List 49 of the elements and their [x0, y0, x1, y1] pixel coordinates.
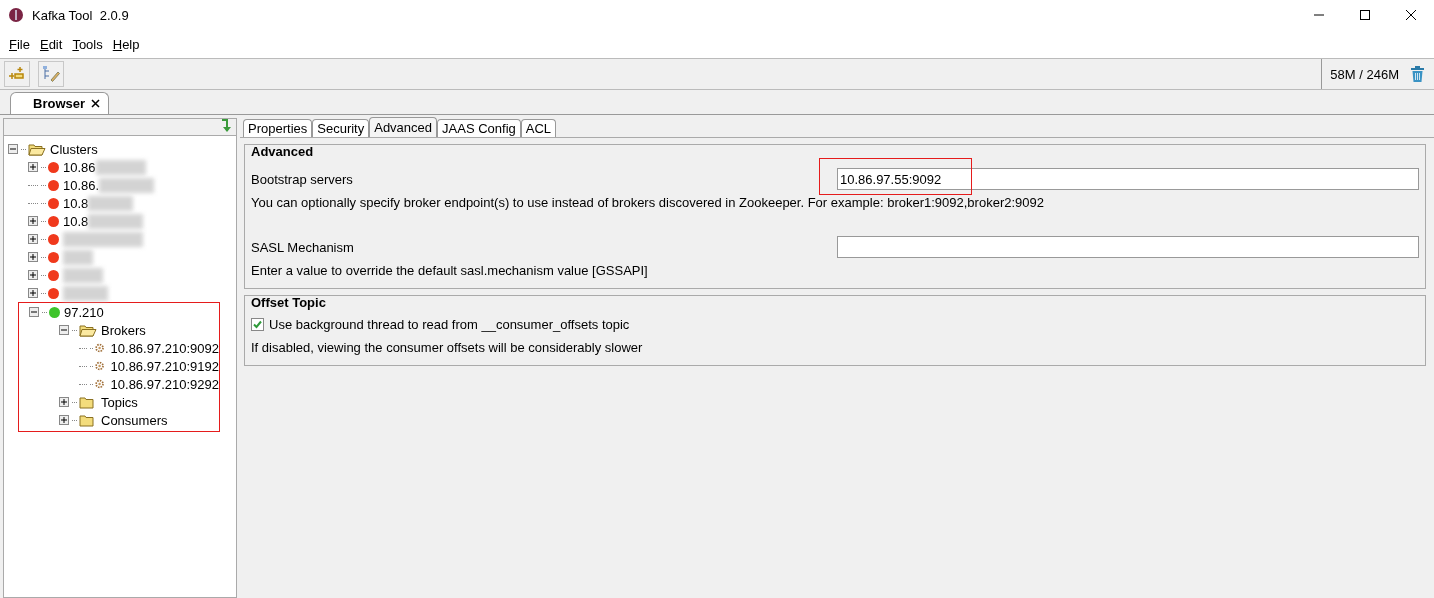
tree-item[interactable]: 10.86 — [63, 159, 96, 175]
tree-item[interactable]: Topics — [101, 394, 138, 410]
close-icon[interactable] — [1406, 10, 1416, 20]
tree-item[interactable]: 97.210 — [64, 304, 104, 320]
close-icon[interactable] — [91, 99, 101, 108]
tab[interactable]: Advanced — [369, 117, 438, 137]
tree-item[interactable]: 10.86.97.210:9292 — [110, 376, 219, 392]
hint-text: You can optionally specify broker endpoint(s) to use instead of brokers discovered in Zookeeper. For example: broker1:9092,broker2:9092 — [250, 194, 1045, 212]
group-title: Advanced — [250, 144, 315, 160]
plug-icon[interactable] — [8, 66, 26, 82]
gear-icon — [95, 360, 105, 372]
tree-item[interactable]: 10.8 — [63, 195, 89, 211]
checkbox[interactable] — [251, 317, 264, 331]
tree-item[interactable]: 10.8 — [63, 213, 89, 229]
checkbox-label[interactable]: Use background thread to read from __consumer_offsets topic — [269, 316, 630, 332]
tab[interactable]: JAAS Config — [437, 119, 521, 137]
tree-item[interactable]: 10.86.97.210:9092 — [110, 340, 219, 356]
menu-item[interactable]: Help — [107, 36, 145, 52]
trash-icon[interactable] — [1411, 66, 1424, 82]
tab[interactable]: Security — [312, 119, 370, 137]
tree-item[interactable]: Clusters — [50, 141, 98, 157]
gear-icon — [95, 378, 105, 390]
refresh-arrow-icon[interactable] — [220, 119, 232, 133]
tree-item[interactable]: 10.86. — [63, 177, 100, 193]
field-label: SASL Mechanism — [251, 239, 355, 255]
open-folder-icon — [28, 142, 46, 156]
tree-item[interactable]: 10.86.97.210:9192 — [110, 358, 219, 374]
group-title: Offset Topic — [250, 295, 327, 311]
gear-icon — [95, 342, 105, 354]
folder-icon — [79, 413, 97, 427]
tab[interactable]: Properties — [243, 119, 313, 137]
tree-item[interactable]: Brokers — [101, 322, 146, 338]
text-field[interactable] — [837, 236, 1419, 258]
folder-icon — [79, 395, 97, 409]
menu-item[interactable]: Edit — [34, 36, 68, 52]
open-folder-icon — [79, 323, 97, 337]
hint-text: Enter a value to override the default sasl.mechanism value [GSSAPI] — [250, 262, 649, 280]
text-field[interactable]: 10.86.97.55:9092 — [837, 168, 1419, 190]
view-tab[interactable]: Browser — [10, 92, 110, 114]
tab[interactable]: ACL — [520, 119, 557, 137]
window-title: Kafka Tool 2.0.9 — [32, 7, 129, 23]
menu-item[interactable]: Tools — [67, 36, 108, 52]
maximize-icon[interactable] — [1360, 10, 1370, 20]
tree-item[interactable]: Consumers — [101, 412, 168, 428]
field-label: Bootstrap servers — [251, 171, 354, 187]
note-text: If disabled, viewing the consumer offsets will be considerably slower — [250, 339, 644, 357]
app-logo-icon — [8, 7, 24, 23]
menu-item[interactable]: File — [4, 36, 35, 52]
memory-usage: 58M / 246M — [1330, 66, 1399, 82]
